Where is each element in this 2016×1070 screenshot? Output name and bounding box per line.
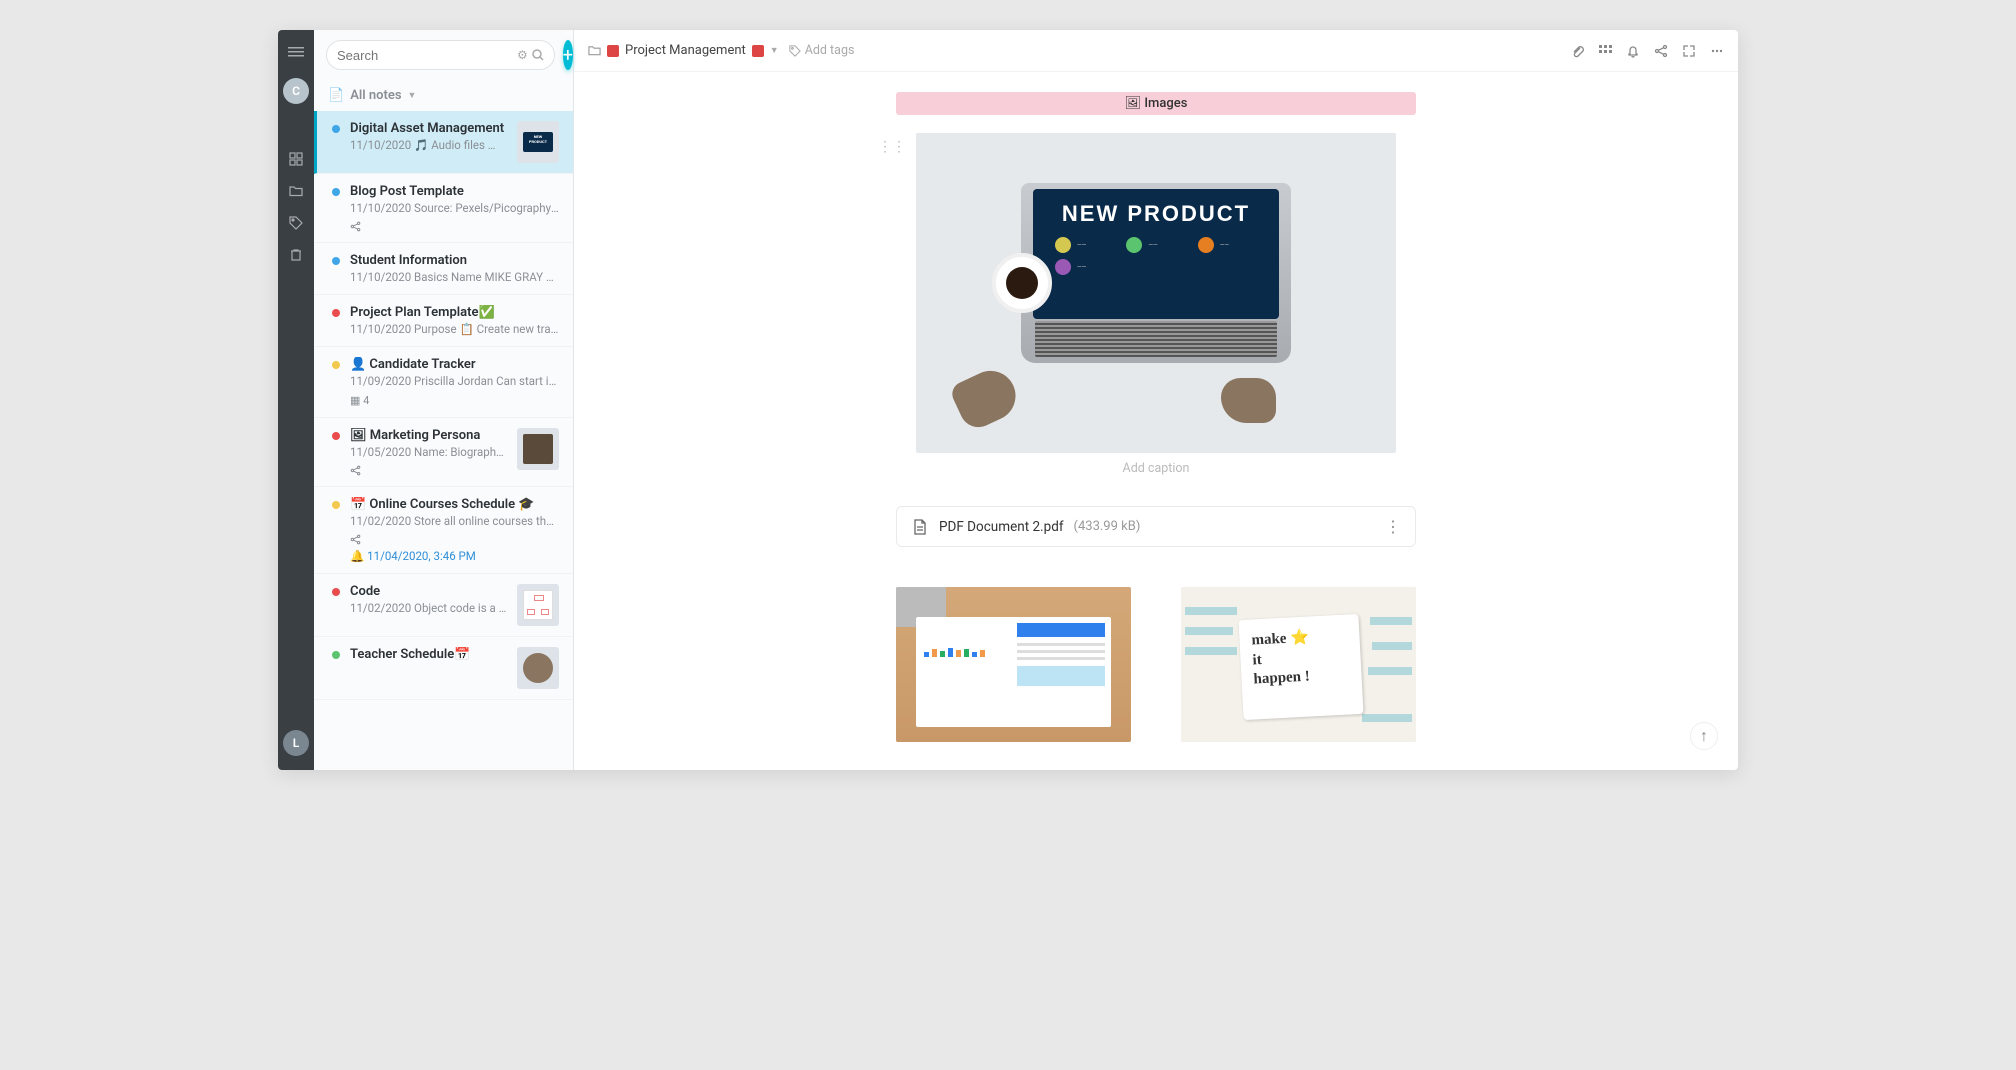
note-thumbnail (517, 428, 559, 470)
hero-image-text: NEW PRODUCT (1045, 201, 1267, 227)
note-item[interactable]: Digital Asset Management 11/10/2020 🎵 Aud… (314, 111, 573, 174)
attachment-icon[interactable] (1570, 44, 1584, 58)
notes-icon: 📄 (328, 88, 344, 103)
note-item[interactable]: Teacher Schedule📅 (314, 637, 573, 700)
note-title: Student Information (350, 253, 559, 268)
color-dot (332, 651, 340, 659)
note-title: 👤 Candidate Tracker (350, 357, 559, 372)
hero-image[interactable]: NEW PRODUCT —— —— —— —— (916, 133, 1396, 453)
content-area[interactable]: 🖼 Images ⋮⋮ NEW PRODUCT —— —— —— —— (574, 72, 1738, 770)
search-box[interactable]: ⚙ (326, 40, 555, 70)
note-item[interactable]: 🖼 Marketing Persona 11/05/2020 Name: Biog… (314, 418, 573, 487)
note-list[interactable]: Digital Asset Management 11/10/2020 🎵 Aud… (314, 111, 573, 770)
note-title: Digital Asset Management (350, 121, 507, 136)
sidebar: ⚙ + 📄 All notes ▼ Digital Asset Manageme… (314, 30, 574, 770)
note-title: Blog Post Template (350, 184, 559, 199)
tags-placeholder: Add tags (805, 43, 855, 58)
chevron-down-icon: ▼ (408, 90, 417, 101)
breadcrumb-folder: Project Management (625, 43, 746, 58)
document-icon (911, 518, 929, 536)
images-section-header: 🖼 Images (896, 92, 1416, 115)
share-icon[interactable] (1654, 44, 1668, 58)
note-item[interactable]: Code 11/02/2020 Object code is a porti... (314, 574, 573, 637)
section-title: All notes (350, 88, 401, 103)
color-dot (332, 309, 340, 317)
breadcrumb[interactable]: Project Management ▼ (588, 43, 779, 58)
expand-icon[interactable] (1682, 44, 1696, 58)
note-preview: 11/02/2020 Object code is a porti... (350, 601, 507, 615)
note-preview: 11/10/2020 Basics Name MIKE GRAY Address… (350, 270, 559, 284)
note-item[interactable]: Blog Post Template 11/10/2020 Source: Pex… (314, 174, 573, 243)
scroll-top-button[interactable]: ↑ (1690, 722, 1718, 750)
tag-icon[interactable] (289, 216, 303, 230)
folder-icon (588, 44, 601, 57)
grid-image-1[interactable] (896, 587, 1131, 742)
notebook-icon (607, 45, 619, 57)
note-title: 📅 Online Courses Schedule 🎓 (350, 497, 559, 512)
section-header[interactable]: 📄 All notes ▼ (314, 80, 573, 111)
topbar: Project Management ▼ Add tags (574, 30, 1738, 72)
color-dot (332, 257, 340, 265)
filter-icon[interactable]: ⚙ (517, 48, 528, 62)
more-icon[interactable] (1710, 44, 1724, 58)
note-title: Code (350, 584, 507, 599)
user-avatar[interactable]: L (283, 730, 309, 756)
note-preview: 11/02/2020 Store all online courses that… (350, 514, 559, 528)
left-rail: C L (278, 30, 314, 770)
color-dot (332, 188, 340, 196)
note-preview: 11/10/2020 Purpose 📋 Create new tracking… (350, 322, 559, 336)
note-preview: 11/10/2020 🎵 Audio files 📄 PD... (350, 138, 507, 152)
pdf-filesize: (433.99 kB) (1074, 519, 1141, 534)
note-title: 🖼 Marketing Persona (350, 428, 507, 443)
note-thumbnail: NEW PRODUCT (517, 121, 559, 163)
share-icon (350, 221, 559, 232)
color-dot (332, 588, 340, 596)
bell-icon[interactable] (1626, 44, 1640, 58)
pdf-filename: PDF Document 2.pdf (939, 519, 1064, 535)
pdf-attachment[interactable]: PDF Document 2.pdf (433.99 kB) ⋮ (896, 506, 1416, 547)
note-subcount: ▦ 4 (350, 394, 559, 407)
main-area: Project Management ▼ Add tags 🖼 Images (574, 30, 1738, 770)
color-dot (332, 361, 340, 369)
workspace-avatar[interactable]: C (283, 78, 309, 104)
note-title: Teacher Schedule📅 (350, 647, 507, 662)
note-preview: 11/09/2020 Priscilla Jordan Can start in… (350, 374, 559, 388)
note-item[interactable]: Project Plan Template✅ 11/10/2020 Purpose… (314, 295, 573, 347)
color-dot (332, 125, 340, 133)
drag-handle-icon[interactable]: ⋮⋮ (878, 139, 906, 155)
more-icon[interactable]: ⋮ (1385, 517, 1401, 536)
note-item[interactable]: 📅 Online Courses Schedule 🎓 11/02/2020 St… (314, 487, 573, 574)
grid-image-2[interactable]: make ⭐ithappen ! (1181, 587, 1416, 742)
note-item[interactable]: Student Information 11/10/2020 Basics Nam… (314, 243, 573, 295)
share-icon (350, 465, 507, 476)
tags-area[interactable]: Add tags (789, 43, 855, 58)
search-icon[interactable] (532, 49, 544, 61)
trash-icon[interactable] (289, 248, 303, 262)
folder-icon[interactable] (289, 184, 303, 198)
color-dot (332, 432, 340, 440)
menu-icon[interactable] (288, 44, 304, 60)
note-preview: 11/10/2020 Source: Pexels/Picography Mak… (350, 201, 559, 215)
caption-input[interactable]: Add caption (896, 461, 1416, 476)
search-input[interactable] (337, 48, 513, 63)
color-dot (332, 501, 340, 509)
share-icon (350, 534, 559, 545)
tag-icon (789, 45, 801, 57)
add-button[interactable]: + (563, 40, 573, 70)
note-thumbnail (517, 647, 559, 689)
note-title: Project Plan Template✅ (350, 305, 559, 320)
note-preview: 11/05/2020 Name: Biography 🍬 ... (350, 445, 507, 459)
chevron-down-icon[interactable]: ▼ (770, 45, 779, 56)
note-item[interactable]: 👤 Candidate Tracker 11/09/2020 Priscilla … (314, 347, 573, 418)
notebook-icon (752, 45, 764, 57)
reminder-badge: 🔔 11/04/2020, 3:46 PM (350, 549, 559, 563)
note-thumbnail (517, 584, 559, 626)
apps-icon[interactable] (1598, 44, 1612, 58)
grid-icon[interactable] (289, 152, 303, 166)
